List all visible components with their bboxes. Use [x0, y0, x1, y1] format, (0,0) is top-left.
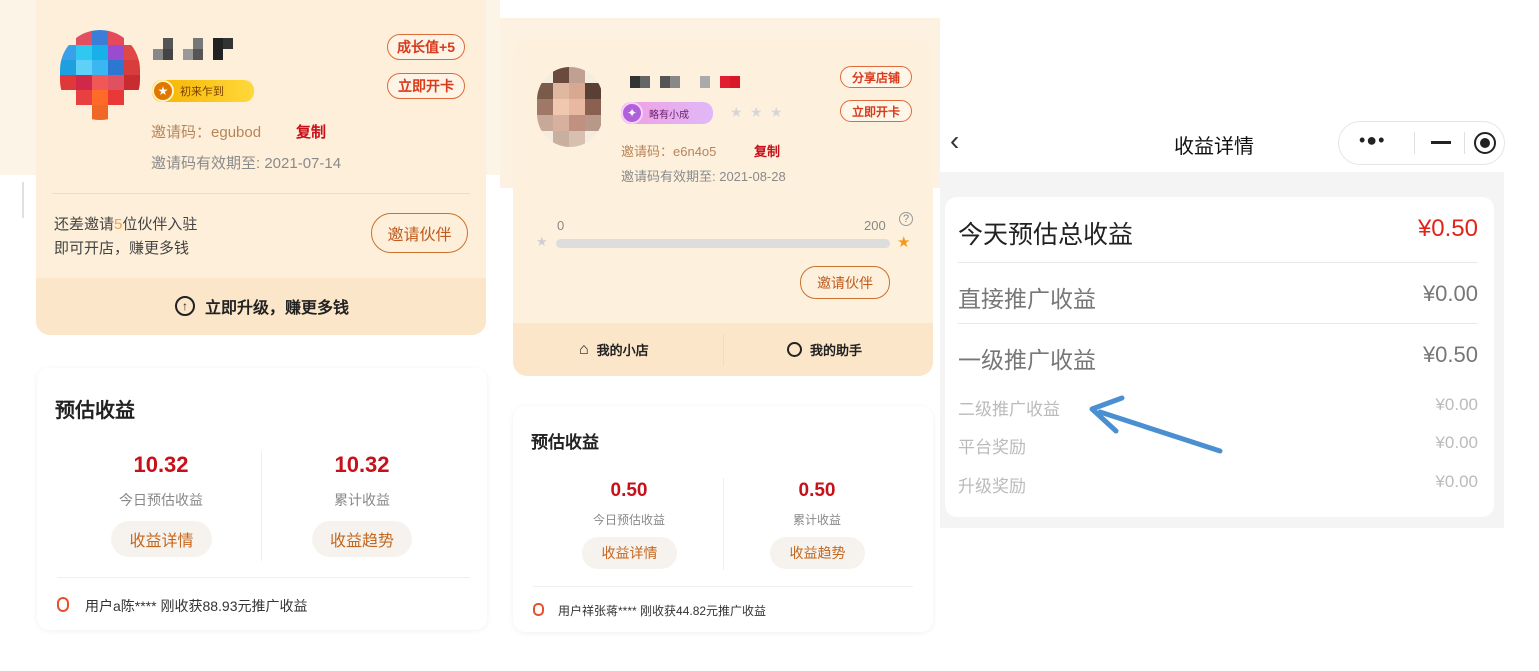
edge-line — [22, 182, 24, 218]
row-value-level1: ¥0.50 — [1422, 342, 1478, 367]
earnings-title: 预估收益 — [531, 433, 599, 452]
my-shop-label: 我的小店 — [596, 343, 649, 358]
level-badge-label: 略有小成 — [649, 109, 689, 121]
today-earnings-label: 今日预估收益 — [592, 513, 665, 527]
chat-icon — [787, 342, 802, 357]
medal-icon: ✦ — [621, 102, 643, 124]
more-icon[interactable]: •●• — [1359, 130, 1385, 151]
copy-button[interactable]: 复制 — [754, 141, 780, 160]
row-label-platform: 平台奖励 — [958, 438, 1026, 457]
row-label-upgrade: 升级奖励 — [958, 477, 1026, 496]
level-badge: ★ 初来乍到 — [152, 80, 254, 102]
invite-code-row: 邀请码：e6n4o5 — [621, 141, 716, 160]
upgrade-link[interactable]: ↑ 立即升级，赚更多钱 — [175, 294, 349, 318]
row-label-total: 今天预估总收益 — [958, 221, 1134, 249]
total-earnings-label: 累计收益 — [334, 492, 390, 508]
my-assistant-label: 我的助手 — [810, 343, 863, 358]
today-earnings-value: 10.32 — [133, 452, 189, 477]
growth-value-button[interactable]: 成长值+5 — [387, 34, 465, 60]
row-value-direct: ¥0.00 — [1422, 281, 1478, 306]
coin-stack-icon — [57, 597, 69, 612]
total-earnings-label: 累计收益 — [792, 513, 841, 527]
open-card-button[interactable]: 立即开卡 — [840, 100, 912, 122]
invite-validity: 邀请码有效期至: 2021-08-28 — [621, 169, 786, 184]
progress-min-label: 0 — [557, 218, 565, 233]
invite-code: egubod — [211, 124, 262, 141]
my-shop-link[interactable]: ⌂ 我的小店 — [579, 340, 649, 359]
row-label-level2: 二级推广收益 — [958, 400, 1060, 419]
column-separator — [723, 478, 724, 570]
earnings-trend-button[interactable]: 收益趋势 — [770, 537, 865, 569]
avatar — [537, 67, 603, 147]
nickname-redacted — [153, 38, 243, 60]
progress-start-star-icon: ★ — [536, 234, 548, 249]
earnings-title: 预估收益 — [55, 400, 135, 422]
row-value-level2: ¥0.00 — [1435, 395, 1478, 414]
share-shop-button[interactable]: 分享店铺 — [840, 66, 912, 88]
invite-code-label: 邀请码： — [151, 124, 212, 141]
invite-text-post: 位伙伴入驻 — [122, 216, 198, 233]
capsule-separator — [1464, 132, 1465, 154]
row-value-platform: ¥0.00 — [1435, 433, 1478, 452]
close-target-dot — [1480, 138, 1490, 148]
invite-progress-text: 还差邀请5位伙伴入驻 — [54, 213, 197, 234]
invite-code: e6n4o5 — [673, 144, 717, 159]
total-earnings-value: 0.50 — [798, 480, 836, 501]
invite-partner-button[interactable]: 邀请伙伴 — [800, 266, 890, 299]
ticker-divider — [57, 577, 470, 578]
today-earnings-label: 今日预估收益 — [119, 492, 203, 508]
invite-validity: 邀请码有效期至: 2021-07-14 — [151, 155, 342, 172]
home-icon: ⌂ — [579, 340, 589, 358]
total-earnings-value: 10.32 — [334, 452, 390, 477]
avatar — [60, 30, 140, 120]
arrow-up-circle-icon: ↑ — [175, 296, 195, 316]
close-target-icon[interactable] — [1474, 132, 1496, 154]
open-card-button[interactable]: 立即开卡 — [387, 73, 465, 99]
row-label-level1: 一级推广收益 — [958, 347, 1096, 373]
earnings-detail-button[interactable]: 收益详情 — [582, 537, 677, 569]
row-divider — [958, 323, 1478, 324]
today-earnings-value: 0.50 — [610, 480, 648, 501]
row-value-upgrade: ¥0.00 — [1435, 472, 1478, 491]
progress-max-label: 200 — [864, 218, 886, 233]
minimize-icon[interactable] — [1431, 141, 1451, 144]
copy-button[interactable]: 复制 — [296, 121, 326, 142]
invite-text-pre: 还差邀请 — [54, 216, 115, 233]
star-icon: ★ — [750, 104, 763, 120]
row-label-direct: 直接推广收益 — [958, 286, 1096, 312]
earnings-trend-button[interactable]: 收益趋势 — [312, 521, 412, 557]
medal-icon: ★ — [152, 80, 174, 102]
row-value-total: ¥0.50 — [1417, 215, 1478, 242]
progress-end-star-icon: ★ — [897, 234, 911, 251]
invite-progress-bar — [556, 239, 890, 248]
earnings-ticker: 用户a陈**** 刚收获88.93元推广收益 — [85, 598, 308, 614]
level-badge: ✦ 略有小成 — [621, 102, 713, 124]
coin-stack-icon — [533, 603, 544, 616]
row-divider — [958, 262, 1478, 263]
column-separator — [261, 451, 262, 561]
invite-partner-button[interactable]: 邀请伙伴 — [371, 213, 468, 253]
divider — [52, 193, 470, 194]
invite-code-label: 邀请码： — [621, 144, 674, 159]
invite-code-row: 邀请码：egubod — [151, 121, 261, 142]
panel-earnings-detail: ‹ 收益详情 •●• 今天预估总收益 ¥0.50 直接推广收益 ¥0.00 一级… — [940, 0, 1539, 671]
star-icon: ★ — [770, 104, 783, 120]
annotation-arrow-icon — [1089, 395, 1223, 454]
earnings-detail-button[interactable]: 收益详情 — [111, 521, 212, 557]
panel-shop-v2: ✦ 略有小成 ★ ★ ★ 分享店铺 立即开卡 邀请码：e6n4o5 复制 邀请码… — [500, 0, 940, 671]
capsule-separator — [1414, 132, 1415, 154]
invite-progress-text-2: 即可开店，赚更多钱 — [54, 240, 190, 257]
star-icon: ★ — [730, 104, 743, 120]
ticker-divider — [533, 586, 913, 587]
level-badge-label: 初来乍到 — [180, 86, 224, 98]
nickname-redacted — [630, 76, 740, 88]
mini-program-capsule: •●• — [1338, 121, 1505, 165]
help-icon[interactable]: ? — [899, 212, 913, 226]
panel-shop-v1: ★ 初来乍到 成长值+5 立即开卡 邀请码：egubod 复制 邀请码有效期至:… — [0, 0, 500, 671]
my-assistant-link[interactable]: 我的助手 — [787, 340, 862, 359]
upgrade-label: 立即升级，赚更多钱 — [205, 300, 350, 317]
earnings-ticker: 用户祥张蒋**** 刚收获44.82元推广收益 — [558, 604, 767, 618]
nav-separator — [723, 334, 724, 366]
